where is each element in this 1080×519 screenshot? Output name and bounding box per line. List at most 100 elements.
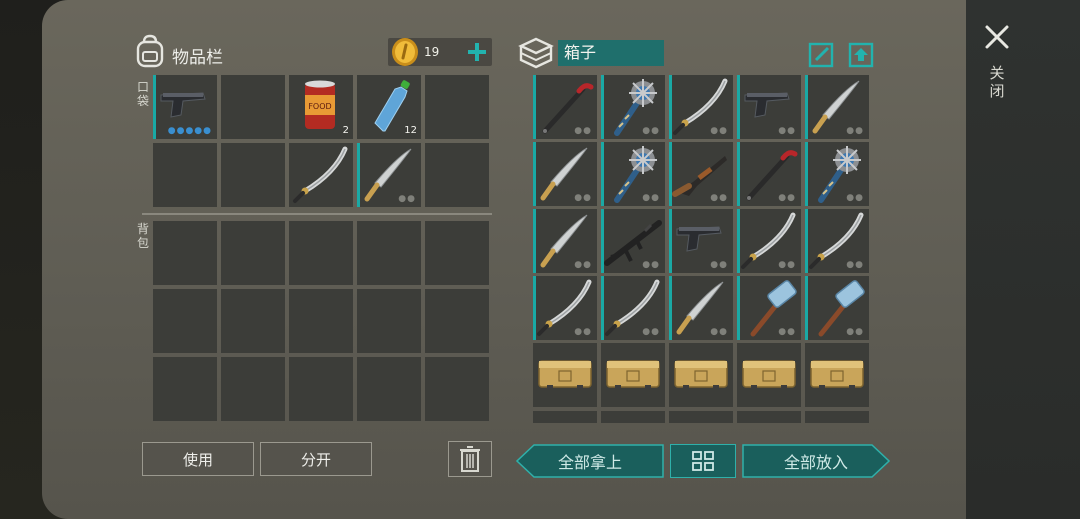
backpack-slot[interactable]: [153, 289, 217, 353]
container-slot-6[interactable]: ●●: [533, 142, 597, 206]
layout-toggle-button[interactable]: [670, 444, 736, 478]
take-all-label: 全部拿上: [557, 453, 622, 472]
container-slot-7[interactable]: ●●: [601, 142, 665, 206]
durability-dots: ●●: [574, 126, 592, 136]
plus-icon: [468, 43, 486, 61]
container-slot-partial[interactable]: [533, 411, 597, 423]
backpack-slot[interactable]: [221, 289, 285, 353]
backpack-slot[interactable]: [289, 221, 353, 285]
backpack-slot[interactable]: [289, 357, 353, 421]
durability-dots: ●●: [846, 126, 864, 136]
container-slot-23[interactable]: [669, 343, 733, 407]
use-button[interactable]: 使用: [142, 442, 254, 476]
durability-dots: ●●: [778, 193, 796, 203]
pocket-slot-6[interactable]: [153, 143, 217, 207]
ammo-box-icon: [810, 360, 864, 390]
ammo-box-icon: [674, 360, 728, 390]
put-all-button[interactable]: 全部放入: [742, 444, 890, 478]
edit-icon: [808, 42, 834, 68]
container-slot-3[interactable]: ●●: [669, 75, 733, 139]
durability-dots: ●●: [778, 260, 796, 270]
backpack-slot[interactable]: [357, 289, 421, 353]
pocket-slot-5[interactable]: [425, 75, 489, 139]
backpack-slot[interactable]: [425, 357, 489, 421]
container-slot-22[interactable]: [601, 343, 665, 407]
backpack-slot[interactable]: [289, 289, 353, 353]
backpack-slot[interactable]: [221, 221, 285, 285]
container-slot-25[interactable]: [805, 343, 869, 407]
container-slot-partial[interactable]: [805, 411, 869, 423]
durability-dots: ●●: [778, 327, 796, 337]
container-slot-20[interactable]: ●●: [805, 276, 869, 340]
container-slot-21[interactable]: [533, 343, 597, 407]
container-slot-8[interactable]: ●●: [669, 142, 733, 206]
backpack-slot[interactable]: [425, 289, 489, 353]
coin-count: 19: [424, 45, 440, 59]
container-slot-14[interactable]: ●●: [737, 209, 801, 273]
container-name[interactable]: 箱子: [558, 40, 664, 66]
inventory-title: 物品栏: [172, 48, 223, 68]
container-slot-partial[interactable]: [601, 411, 665, 423]
container-slot-10[interactable]: ●●: [805, 142, 869, 206]
durability-dots: ●●●●●: [167, 126, 212, 136]
container-slot-5[interactable]: ●●: [805, 75, 869, 139]
container-slot-24[interactable]: [737, 343, 801, 407]
sort-upload-button[interactable]: [848, 40, 874, 68]
container-slot-4[interactable]: ●●: [737, 75, 801, 139]
durability-dots: ●●: [642, 260, 660, 270]
trash-button[interactable]: [448, 441, 492, 477]
durability-dots: ●●: [642, 126, 660, 136]
add-coins-button[interactable]: [464, 38, 490, 66]
container-slot-15[interactable]: ●●: [805, 209, 869, 273]
durability-dots: ●●: [642, 193, 660, 203]
pocket-slot-9[interactable]: ●●: [357, 143, 421, 207]
pocket-slot-10[interactable]: [425, 143, 489, 207]
section-divider: [142, 213, 492, 215]
container-slot-partial[interactable]: [669, 411, 733, 423]
durability-dots: ●●: [710, 327, 728, 337]
take-all-button[interactable]: 全部拿上: [516, 444, 664, 478]
pocket-slot-4[interactable]: 12: [357, 75, 421, 139]
ammo-box-icon: [606, 360, 660, 390]
upload-icon: [848, 42, 874, 68]
pocket-slot-7[interactable]: [221, 143, 285, 207]
backpack-slot[interactable]: [153, 221, 217, 285]
durability-dots: ●●: [710, 193, 728, 203]
durability-dots: ●●: [574, 327, 592, 337]
container-slot-18[interactable]: ●●: [669, 276, 733, 340]
rename-button[interactable]: [808, 40, 834, 68]
split-button[interactable]: 分开: [260, 442, 372, 476]
container-slot-1[interactable]: ●●: [533, 75, 597, 139]
container-slot-19[interactable]: ●●: [737, 276, 801, 340]
backpack-slot[interactable]: [425, 221, 489, 285]
container-slot-17[interactable]: ●●: [601, 276, 665, 340]
box-icon: [518, 36, 554, 70]
durability-dots: ●●: [398, 194, 416, 204]
container-slot-2[interactable]: ●●: [601, 75, 665, 139]
container-slot-13[interactable]: ●●: [669, 209, 733, 273]
container-slot-16[interactable]: ●●: [533, 276, 597, 340]
durability-dots: ●●: [642, 327, 660, 337]
durability-dots: ●●: [710, 260, 728, 270]
backpack-slot[interactable]: [357, 221, 421, 285]
durability-dots: ●●: [710, 126, 728, 136]
container-slot-12[interactable]: ●●: [601, 209, 665, 273]
pocket-slot-3[interactable]: 2: [289, 75, 353, 139]
durability-dots: ●●: [574, 193, 592, 203]
katana-icon: [289, 143, 353, 207]
container-slot-9[interactable]: ●●: [737, 142, 801, 206]
pocket-slot-8[interactable]: [289, 143, 353, 207]
close-button[interactable]: [982, 22, 1012, 52]
container-slot-11[interactable]: ●●: [533, 209, 597, 273]
item-count: 12: [404, 125, 417, 136]
durability-dots: ●●: [778, 126, 796, 136]
backpack-label: 背包: [137, 222, 150, 250]
container-slot-partial[interactable]: [737, 411, 801, 423]
close-icon: [985, 25, 1009, 49]
backpack-slot[interactable]: [357, 357, 421, 421]
backpack-slot[interactable]: [221, 357, 285, 421]
backpack-slot[interactable]: [153, 357, 217, 421]
durability-dots: ●●: [846, 193, 864, 203]
pocket-slot-2[interactable]: [221, 75, 285, 139]
pocket-slot-1[interactable]: ●●●●●: [153, 75, 217, 139]
